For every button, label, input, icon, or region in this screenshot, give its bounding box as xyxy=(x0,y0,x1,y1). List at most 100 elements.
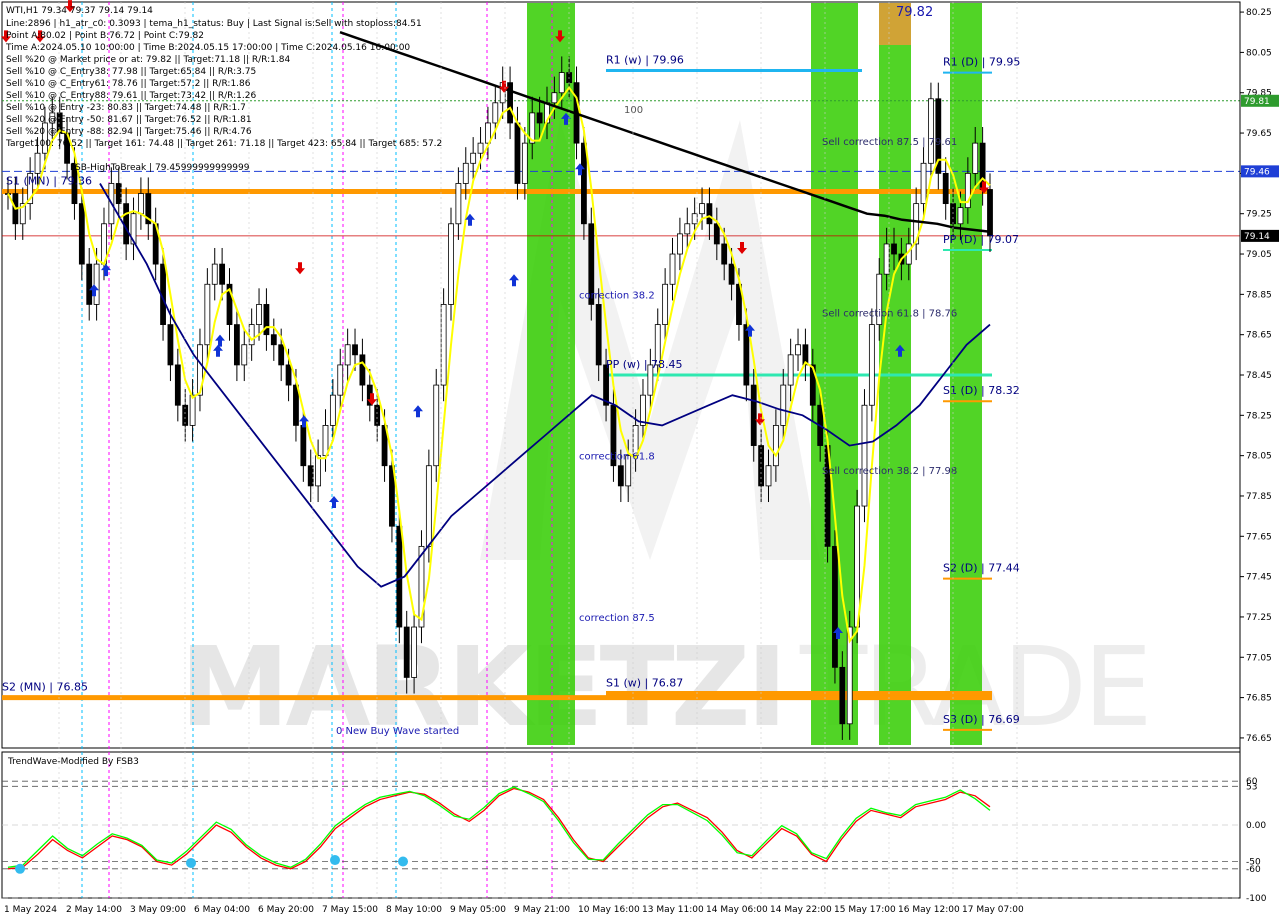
candle-body-104 xyxy=(772,425,779,467)
price-label-8: 78.65 xyxy=(1246,331,1272,341)
candle-body-96 xyxy=(713,223,720,245)
candle-body-44 xyxy=(329,394,336,426)
candle-body-46 xyxy=(344,344,351,366)
price-label-10: 78.25 xyxy=(1246,411,1272,421)
level-label-2: S1 (MN) | 79.36 xyxy=(6,175,92,188)
level-label-6: S2 (D) | 77.44 xyxy=(943,562,1020,575)
candle-body-61 xyxy=(455,183,462,225)
candle-body-125 xyxy=(928,98,934,164)
candle-body-69 xyxy=(514,122,521,184)
info-line-5: Sell %10 @ C_Entry61: 78.76 || Target:57… xyxy=(6,79,251,89)
price-label-13: 77.65 xyxy=(1246,532,1272,542)
time-label-11: 14 May 06:00 xyxy=(706,905,768,915)
candle-body-38 xyxy=(285,364,292,386)
level-label-5: S1 (D) | 78.32 xyxy=(943,384,1020,397)
annotation-5: correction 87.5 xyxy=(579,613,655,624)
annotation-7: 100 xyxy=(624,105,643,116)
time-label-1: 2 May 14:00 xyxy=(66,905,122,915)
candle-body-131 xyxy=(972,142,979,174)
price-label-9: 78.45 xyxy=(1246,371,1272,381)
price-label-0: 80.25 xyxy=(1246,8,1272,18)
price-chart[interactable]: MARKETZI TRADE R1 (w) | 79.96R1 (D) | 79… xyxy=(0,0,1280,920)
candle-body-22 xyxy=(167,324,174,366)
price-label-11: 78.05 xyxy=(1246,452,1272,462)
candle-body-32 xyxy=(241,344,248,366)
info-line-1: Point A:80.02 | Point B:76.72 | Point C:… xyxy=(6,31,204,41)
candle-body-94 xyxy=(699,203,705,215)
oscillator-title: TrendWave-Modified By FSB3 xyxy=(7,757,139,767)
osc-label-1: 53 xyxy=(1246,782,1257,792)
price-label-12: 77.85 xyxy=(1246,492,1272,502)
candle-body-70 xyxy=(521,142,528,184)
candle-body-80 xyxy=(595,304,602,366)
info-line-7: Sell %10 @ Entry -23: 80.83 || Target:74… xyxy=(6,103,246,113)
candle-body-119 xyxy=(883,243,890,275)
time-label-6: 8 May 10:00 xyxy=(386,905,442,915)
candle-body-57 xyxy=(425,465,432,547)
level-label-4: PP (w) | 78.45 xyxy=(606,358,683,371)
candle-body-102 xyxy=(758,445,765,487)
candle-body-89 xyxy=(662,283,669,325)
candle-body-124 xyxy=(920,162,927,205)
candle-body-66 xyxy=(492,102,499,124)
info-line-0: Line:2896 | h1_atr_c0: 0.3093 | tema_h1_… xyxy=(6,19,422,29)
candle-body-117 xyxy=(868,324,875,406)
osc-label-4: -60 xyxy=(1246,865,1261,875)
candle-body-116 xyxy=(861,404,868,507)
candle-body-58 xyxy=(433,384,440,467)
price-label-7: 78.85 xyxy=(1246,290,1272,300)
svg-text:MARKETZI: MARKETZI xyxy=(180,623,783,751)
osc-dot-1 xyxy=(186,857,196,868)
time-label-14: 16 May 12:00 xyxy=(898,905,960,915)
candle-body-40 xyxy=(300,425,307,467)
candle-body-127 xyxy=(942,172,949,205)
annotation-8: 79.82 xyxy=(896,5,933,20)
candle-body-47 xyxy=(352,344,358,356)
info-line-11: FSB-HighToBreak | 79.45999999999999 xyxy=(70,163,250,173)
candle-body-75 xyxy=(558,72,565,94)
candle-body-25 xyxy=(189,394,196,426)
candle-body-74 xyxy=(551,92,558,104)
time-label-9: 10 May 16:00 xyxy=(578,905,640,915)
info-line-10: Target100: 76.52 || Target 161: 74.48 ||… xyxy=(5,139,442,149)
candle-body-28 xyxy=(211,263,218,285)
candle-body-92 xyxy=(684,223,691,235)
candle-body-91 xyxy=(676,233,683,255)
osc-dot-0 xyxy=(15,863,25,874)
level-label-3: PP (D) | 79.07 xyxy=(943,233,1019,246)
price-label-17: 76.85 xyxy=(1246,694,1272,704)
candle-body-64 xyxy=(477,142,484,154)
candle-body-93 xyxy=(691,213,698,225)
osc-label-5: -100 xyxy=(1246,894,1267,904)
time-label-12: 14 May 22:00 xyxy=(770,905,832,915)
price-label-3: 79.65 xyxy=(1246,129,1272,139)
time-label-15: 17 May 07:00 xyxy=(962,905,1024,915)
candle-body-45 xyxy=(337,364,344,396)
info-line-6: Sell %10 @ C_Entry88: 79.61 || Target:73… xyxy=(6,91,256,101)
info-line-8: Sell %20 @ Entry -50: 81.67 || Target:76… xyxy=(6,115,252,125)
candle-body-103 xyxy=(765,465,772,487)
candle-body-29 xyxy=(219,263,226,285)
candle-body-63 xyxy=(470,152,477,164)
candle-body-12 xyxy=(93,263,100,305)
price-label-5: 79.25 xyxy=(1246,210,1272,220)
candle-body-86 xyxy=(640,394,646,426)
candle-body-31 xyxy=(233,324,240,366)
candle-body-15 xyxy=(115,183,122,205)
candle-body-18 xyxy=(138,193,144,215)
time-label-3: 6 May 04:00 xyxy=(194,905,250,915)
candle-body-107 xyxy=(795,344,801,356)
annotation-1: Sell correction 61.8 | 78.76 xyxy=(822,308,957,319)
candle-body-120 xyxy=(891,243,897,255)
level-label-8: S2 (MN) | 76.85 xyxy=(2,681,88,694)
candle-body-83 xyxy=(617,465,624,487)
chart-window: MARKETZI TRADE R1 (w) | 79.96R1 (D) | 79… xyxy=(0,0,1280,920)
candle-body-27 xyxy=(204,283,211,346)
candle-body-133 xyxy=(987,189,993,237)
candle-body-60 xyxy=(448,223,454,305)
time-label-0: 1 May 2024 xyxy=(4,905,57,915)
time-label-13: 15 May 17:00 xyxy=(834,905,896,915)
candle-body-101 xyxy=(750,384,757,446)
candle-body-53 xyxy=(396,525,403,628)
level-label-0: R1 (w) | 79.96 xyxy=(606,54,684,67)
